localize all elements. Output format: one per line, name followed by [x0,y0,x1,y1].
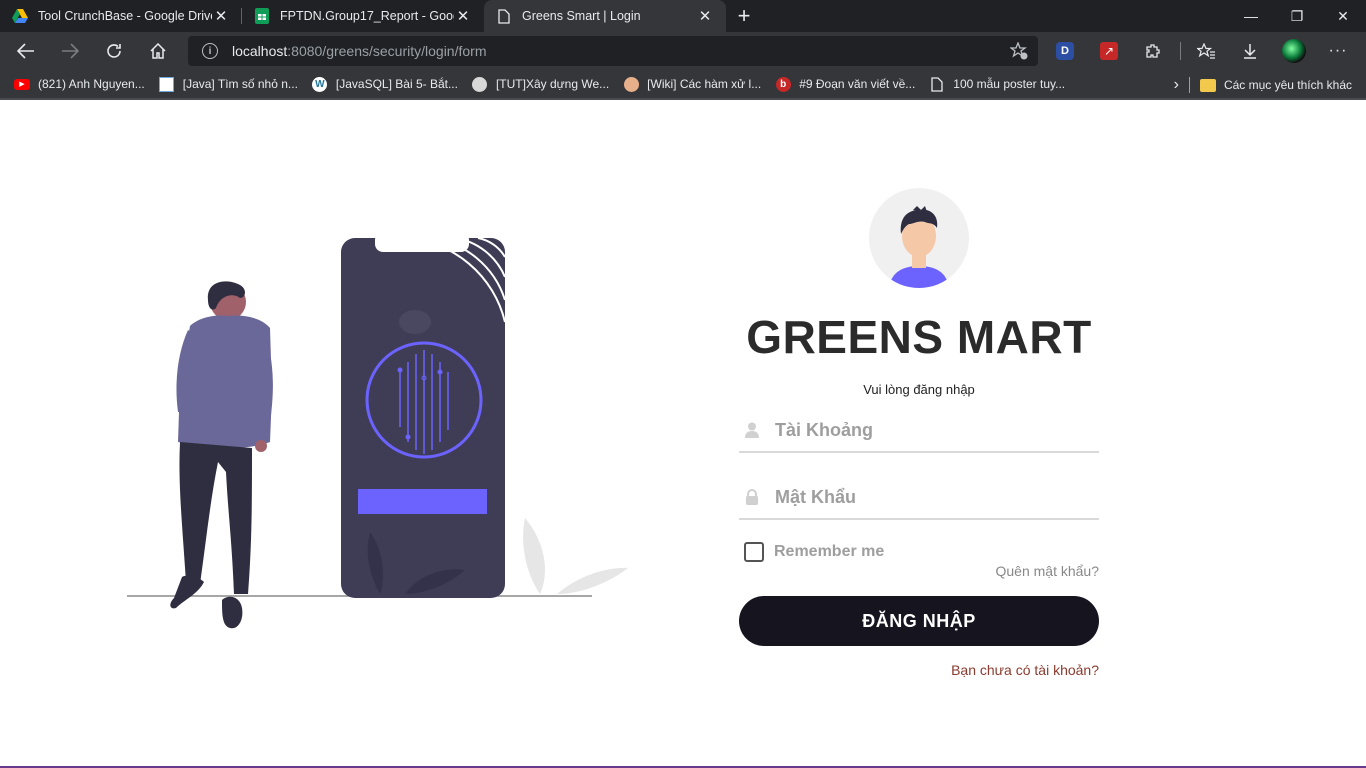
register-link[interactable]: Bạn chưa có tài khoản? [951,662,1099,678]
back-icon[interactable] [8,35,44,67]
b-icon: b [775,76,791,92]
face-icon [623,76,639,92]
lock-icon [743,488,761,506]
bookmark-item[interactable]: [TUT]Xây dựng We... [472,76,609,92]
downloads-icon[interactable] [1233,35,1267,67]
wordpress-icon: W [312,76,328,92]
bookmark-label: [Wiki] Các hàm xử l... [647,77,762,91]
bookmark-item[interactable]: 100 mẫu poster tuy... [929,76,1065,92]
reload-icon[interactable] [96,35,132,67]
site-icon [472,76,488,92]
forward-icon[interactable] [52,35,88,67]
google-sheets-icon [254,8,270,24]
bookmarks-divider [1188,77,1190,93]
other-favorites-label: Các mục yêu thích khác [1223,78,1352,92]
bookmark-label: [Java] Tìm số nhỏ n... [182,77,298,91]
folder-icon [1199,77,1216,93]
username-input[interactable] [775,419,1075,441]
tab-title: FPTDN.Group17_Report - Google [280,9,454,23]
close-window-icon[interactable]: ✕ [1320,0,1366,32]
forgot-password-link[interactable]: Quên mật khẩu? [995,563,1099,579]
favorites-icon[interactable] [1189,35,1223,67]
home-icon[interactable] [140,35,176,67]
page-icon [496,8,512,24]
address-bar[interactable]: i localhost:8080/greens/security/login/f… [188,36,1038,66]
login-page: GREENS MART Vui lòng đăng nhập Remember … [0,102,1366,768]
restore-icon[interactable]: ❐ [1274,0,1320,32]
leaf [523,518,545,594]
url-host: localhost [232,43,288,59]
remember-label: Remember me [774,543,885,560]
add-favorite-icon[interactable] [1009,41,1028,63]
tab-bar: Tool CrunchBase - Google Drive ✕ FPTDN.G… [0,0,1366,32]
chevron-right-icon[interactable]: › [1174,76,1179,94]
minimize-icon[interactable]: — [1228,0,1274,32]
bookmark-label: #9 Đoạn văn viết về... [799,77,916,91]
info-icon[interactable]: i [202,43,218,59]
phone-body [341,238,505,598]
bookmark-label: [JavaSQL] Bài 5- Bắt... [335,77,458,91]
bookmarks-bar: ▶ (821) Anh Nguyen... [Java] Tìm số nhỏ … [0,70,1366,100]
youtube-icon: ▶ [14,76,30,92]
red-extension-icon[interactable]: ↗ [1092,35,1126,67]
remember-me[interactable]: Remember me [744,542,884,562]
tab-title: Greens Smart | Login [522,9,641,23]
profile-avatar[interactable] [1277,35,1311,67]
close-tab-icon[interactable]: ✕ [696,7,714,25]
avatar [869,188,969,288]
page-icon [929,76,945,92]
phone-button-bar [358,489,487,514]
extension-icons: D ↗ ··· [1048,32,1365,70]
bookmark-item[interactable]: ▶ (821) Anh Nguyen... [14,76,145,92]
login-subtitle: Vui lòng đăng nhập [863,382,975,397]
more-menu-icon[interactable]: ··· [1321,35,1355,67]
bookmark-label: (821) Anh Nguyen... [38,77,145,91]
bookmark-item[interactable]: [Java] Tìm số nhỏ n... [159,76,298,92]
site-icon [159,76,175,92]
other-favorites[interactable]: Các mục yêu thích khác [1199,77,1352,93]
tab-google-sheets[interactable]: FPTDN.Group17_Report - Google ✕ [242,0,484,32]
login-button[interactable]: ĐĂNG NHẬP [739,596,1099,646]
tab-greens-login[interactable]: Greens Smart | Login ✕ [484,0,726,32]
remember-checkbox[interactable] [744,542,764,562]
google-drive-icon [12,8,28,24]
leaf [557,567,628,594]
close-tab-icon[interactable]: ✕ [454,7,472,25]
password-input[interactable] [775,486,1075,508]
extensions-icon[interactable] [1136,35,1170,67]
new-tab-button[interactable]: + [728,0,760,32]
user-icon [743,421,761,439]
bookmark-label: [TUT]Xây dựng We... [495,77,610,91]
bookmark-item[interactable]: b #9 Đoạn văn viết về... [775,76,915,92]
bookmark-item[interactable]: W [JavaSQL] Bài 5- Bắt... [312,76,458,92]
person-figure [170,281,273,629]
bookmark-label: 100 mẫu poster tuy... [953,77,1066,91]
toolbar-divider [1180,42,1181,60]
login-illustration [127,232,628,629]
bookmark-item[interactable]: [Wiki] Các hàm xử l... [623,76,761,92]
tab-google-drive[interactable]: Tool CrunchBase - Google Drive ✕ [0,0,242,32]
password-field [739,476,1099,520]
login-form: GREENS MART Vui lòng đăng nhập Remember … [739,102,1099,768]
close-tab-icon[interactable]: ✕ [212,7,230,25]
user-avatar-icon [889,206,949,288]
browser-toolbar: i localhost:8080/greens/security/login/f… [0,32,1366,70]
tab-title: Tool CrunchBase - Google Drive [38,9,212,23]
phone-notch [375,232,469,252]
url-path: :8080/greens/security/login/form [287,43,487,59]
username-field [739,409,1099,453]
brand-title: GREENS MART [746,311,1092,363]
bookmarks-right: › Các mục yêu thích khác [1174,70,1352,100]
window-controls: — ❐ ✕ [1228,0,1366,32]
d-extension-icon[interactable]: D [1048,35,1082,67]
